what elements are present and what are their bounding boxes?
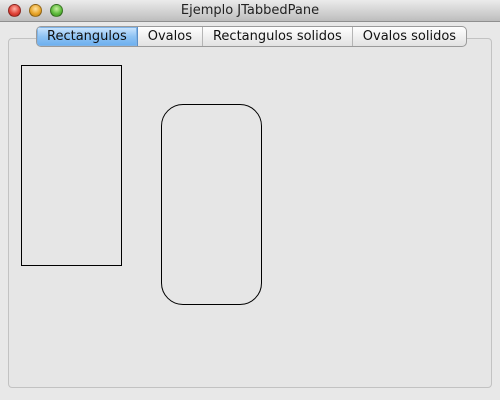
tab-ovalos-solidos[interactable]: Ovalos solidos (353, 27, 466, 46)
tab-rectangulos[interactable]: Rectangulos (37, 27, 138, 46)
tab-rectangulos-solidos[interactable]: Rectangulos solidos (203, 27, 353, 46)
tab-bar: Rectangulos Ovalos Rectangulos solidos O… (36, 26, 468, 47)
rounded-rectangle-shape (161, 104, 262, 305)
rectangle-shape (21, 65, 122, 266)
tab-ovalos[interactable]: Ovalos (138, 27, 203, 46)
app-window: Ejemplo JTabbedPane Rectangulos Ovalos R… (0, 0, 500, 400)
title-bar[interactable]: Ejemplo JTabbedPane (0, 0, 500, 22)
window-title: Ejemplo JTabbedPane (180, 3, 320, 18)
